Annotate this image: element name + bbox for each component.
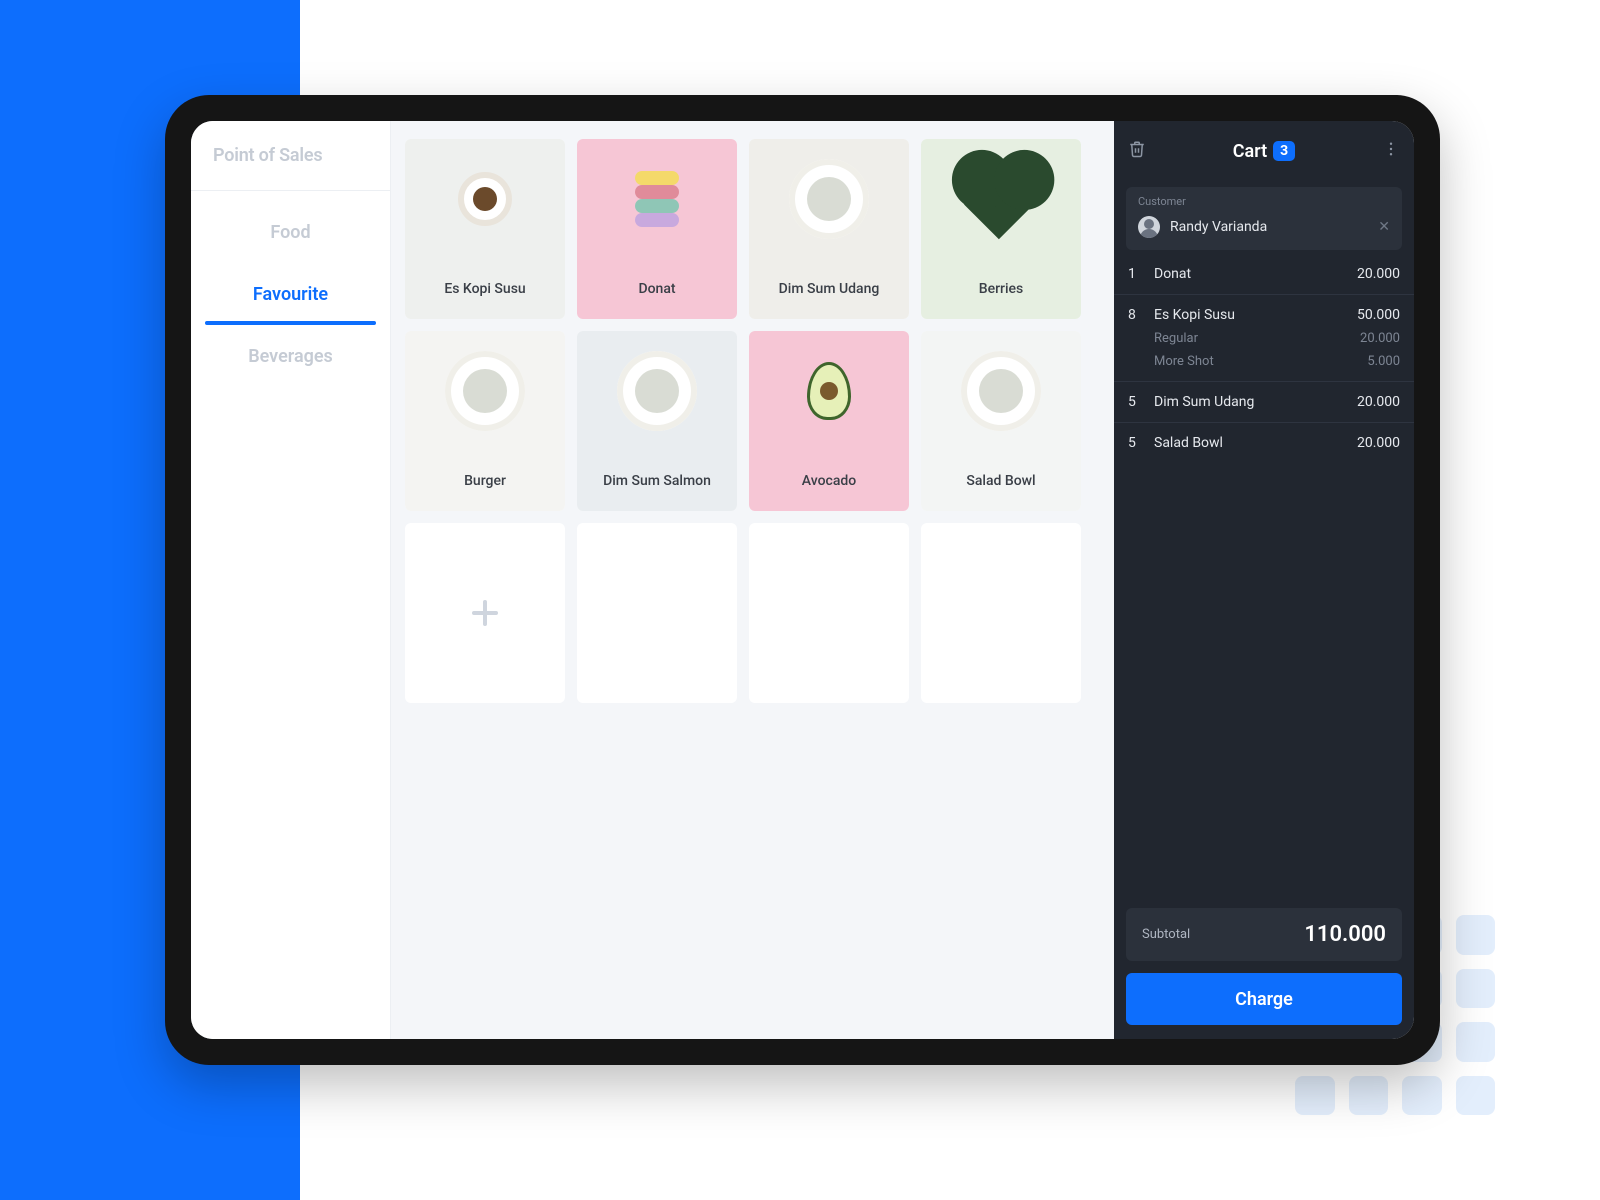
trash-icon[interactable] [1128,140,1146,162]
product-name: Dim Sum Udang [749,259,909,319]
category-label: Favourite [253,284,328,305]
subtotal-value: 110.000 [1304,922,1386,947]
product-grid: Es Kopi SusuDonatDim Sum UdangBerries Bur… [391,121,1114,1039]
cart-line-item[interactable]: 8Es Kopi Susu50.000.Regular20.000.More S… [1114,295,1414,382]
sidebar: Point of Sales Food Favourite Beverages [191,121,391,1039]
product-name: Burger [405,451,565,511]
product-card[interactable]: Burger [405,331,565,511]
modifier-price: 5.000 [1367,354,1400,369]
app-title: Point of Sales [213,145,322,166]
modifier-price: 20.000 [1360,331,1400,346]
subtotal-label: Subtotal [1142,927,1190,942]
line-name: Salad Bowl [1154,435,1345,451]
line-modifier: .More Shot5.000 [1128,354,1400,369]
modifier-name: Regular [1154,331,1348,346]
avatar-icon [1138,216,1160,238]
product-image [577,331,737,451]
product-card[interactable]: Avocado [749,331,909,511]
plus-icon [472,600,498,626]
product-image [749,331,909,451]
category-tab-food[interactable]: Food [191,201,390,263]
line-name: Es Kopi Susu [1154,307,1345,323]
product-name: Donat [577,259,737,319]
customer-box: Customer Randy Varianda ✕ [1126,187,1402,250]
product-card[interactable]: Dim Sum Udang [749,139,909,319]
cart-count-badge: 3 [1273,141,1295,161]
product-image [577,139,737,259]
empty-slot [577,523,737,703]
cart-line-item[interactable]: 5 Salad Bowl 20.000 [1114,423,1414,463]
cart-line-item[interactable]: 1 Donat 20.000 [1114,254,1414,295]
line-price: 20.000 [1357,435,1400,451]
add-product-button[interactable] [405,523,565,703]
category-tab-favourite[interactable]: Favourite [191,263,390,325]
category-tab-beverages[interactable]: Beverages [191,325,390,387]
line-name: Dim Sum Udang [1154,394,1345,410]
product-card[interactable]: Berries [921,139,1081,319]
empty-slot [749,523,909,703]
close-icon[interactable]: ✕ [1378,219,1390,235]
line-price: 50.000 [1357,307,1400,323]
line-price: 20.000 [1357,394,1400,410]
product-card[interactable]: Salad Bowl [921,331,1081,511]
cart-header: Cart 3 [1114,121,1414,181]
product-image [921,331,1081,451]
charge-button-label: Charge [1235,989,1293,1010]
cart-title: Cart 3 [1146,141,1382,162]
line-name: Donat [1154,266,1345,282]
category-list: Food Favourite Beverages [191,191,390,387]
line-price: 20.000 [1357,266,1400,282]
app-screen: Point of Sales Food Favourite Beverages Es… [191,121,1414,1039]
customer-row[interactable]: Randy Varianda ✕ [1138,216,1390,238]
product-image [405,139,565,259]
product-image [749,139,909,259]
product-name: Salad Bowl [921,451,1081,511]
product-image [921,139,1081,259]
cart-items: 1Donat20.0008Es Kopi Susu50.000.Regular2… [1114,250,1414,896]
product-name: Avocado [749,451,909,511]
line-qty: 8 [1128,307,1142,323]
tablet-frame: Point of Sales Food Favourite Beverages Es… [165,95,1440,1065]
product-card[interactable]: Donat [577,139,737,319]
customer-name: Randy Varianda [1170,219,1368,235]
more-icon[interactable] [1382,140,1400,162]
cart-panel: Cart 3 Customer Randy Varianda ✕ 1 Donat 2… [1114,121,1414,1039]
charge-button[interactable]: Charge [1126,973,1402,1025]
cart-line-item[interactable]: 5 Dim Sum Udang 20.000 [1114,382,1414,423]
sidebar-header: Point of Sales [191,121,390,191]
line-qty: 5 [1128,394,1142,410]
category-label: Beverages [248,346,333,367]
product-card[interactable]: Dim Sum Salmon [577,331,737,511]
line-qty: 1 [1128,266,1142,282]
empty-slot [921,523,1081,703]
line-qty: 5 [1128,435,1142,451]
product-name: Es Kopi Susu [405,259,565,319]
product-card[interactable]: Es Kopi Susu [405,139,565,319]
product-name: Berries [921,259,1081,319]
customer-label: Customer [1138,195,1390,208]
cart-title-text: Cart [1233,141,1267,162]
category-label: Food [270,222,310,243]
product-image [405,331,565,451]
subtotal-row: Subtotal 110.000 [1126,908,1402,961]
line-modifier: .Regular20.000 [1128,331,1400,346]
product-name: Dim Sum Salmon [577,451,737,511]
modifier-name: More Shot [1154,354,1355,369]
